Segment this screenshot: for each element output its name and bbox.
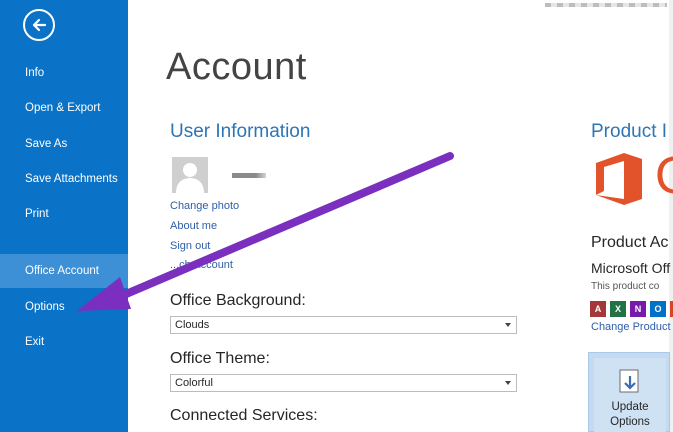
- sidebar-item-save-as[interactable]: Save As: [0, 127, 128, 161]
- chevron-down-icon: [505, 323, 511, 327]
- user-name: [232, 173, 266, 178]
- office-wordmark: O: [655, 150, 673, 202]
- sidebar-item-open-export[interactable]: Open & Export: [0, 91, 128, 125]
- update-options-label-line2: Options: [610, 416, 650, 428]
- office-background-label: Office Background:: [170, 292, 306, 309]
- sidebar-item-exit[interactable]: Exit: [0, 325, 128, 359]
- product-note: This product co: [591, 281, 660, 292]
- update-download-icon: [619, 369, 639, 393]
- office-background-value: Clouds: [175, 319, 210, 331]
- office-theme-value: Colorful: [175, 377, 213, 389]
- sidebar-item-options[interactable]: Options: [0, 290, 128, 324]
- user-avatar: [172, 157, 208, 193]
- switch-account-link[interactable]: ...ch Account: [170, 259, 233, 271]
- change-product-key-link[interactable]: Change Product: [591, 321, 671, 333]
- update-options-label-line1: Update: [611, 401, 649, 413]
- back-arrow-icon: [32, 18, 47, 32]
- chevron-down-icon: [505, 381, 511, 385]
- office-background-select[interactable]: Clouds: [170, 316, 517, 334]
- sidebar-item-print[interactable]: Print: [0, 197, 128, 231]
- sidebar-item-info[interactable]: Info: [0, 56, 128, 90]
- user-silhouette-icon: [176, 163, 204, 193]
- excel-icon: X: [610, 301, 626, 317]
- sign-out-link[interactable]: Sign out: [170, 240, 210, 252]
- included-apps: A X N O P: [590, 301, 673, 317]
- update-options-button[interactable]: Update Options: [588, 352, 670, 432]
- access-icon: A: [590, 301, 606, 317]
- onenote-icon: N: [630, 301, 646, 317]
- back-button[interactable]: [23, 9, 55, 41]
- backstage-sidebar: Info Open & Export Save As Save Attachme…: [0, 0, 128, 432]
- office-theme-label: Office Theme:: [170, 350, 270, 367]
- product-activated-text: Product Ac: [591, 234, 669, 251]
- office-theme-select[interactable]: Colorful: [170, 374, 517, 392]
- office-logo-icon: [596, 153, 642, 205]
- product-information-heading: Product I: [591, 121, 668, 142]
- product-name: Microsoft Off: [591, 260, 671, 276]
- sidebar-item-office-account[interactable]: Office Account: [0, 254, 128, 288]
- page-title: Account: [166, 46, 307, 88]
- outlook-icon: O: [650, 301, 666, 317]
- user-information-heading: User Information: [170, 121, 311, 142]
- sidebar-item-save-attachments[interactable]: Save Attachments: [0, 162, 128, 196]
- connected-services-label: Connected Services:: [170, 407, 318, 424]
- window-title-bar-fragment: [545, 3, 667, 7]
- change-photo-link[interactable]: Change photo: [170, 200, 239, 212]
- about-me-link[interactable]: About me: [170, 220, 217, 232]
